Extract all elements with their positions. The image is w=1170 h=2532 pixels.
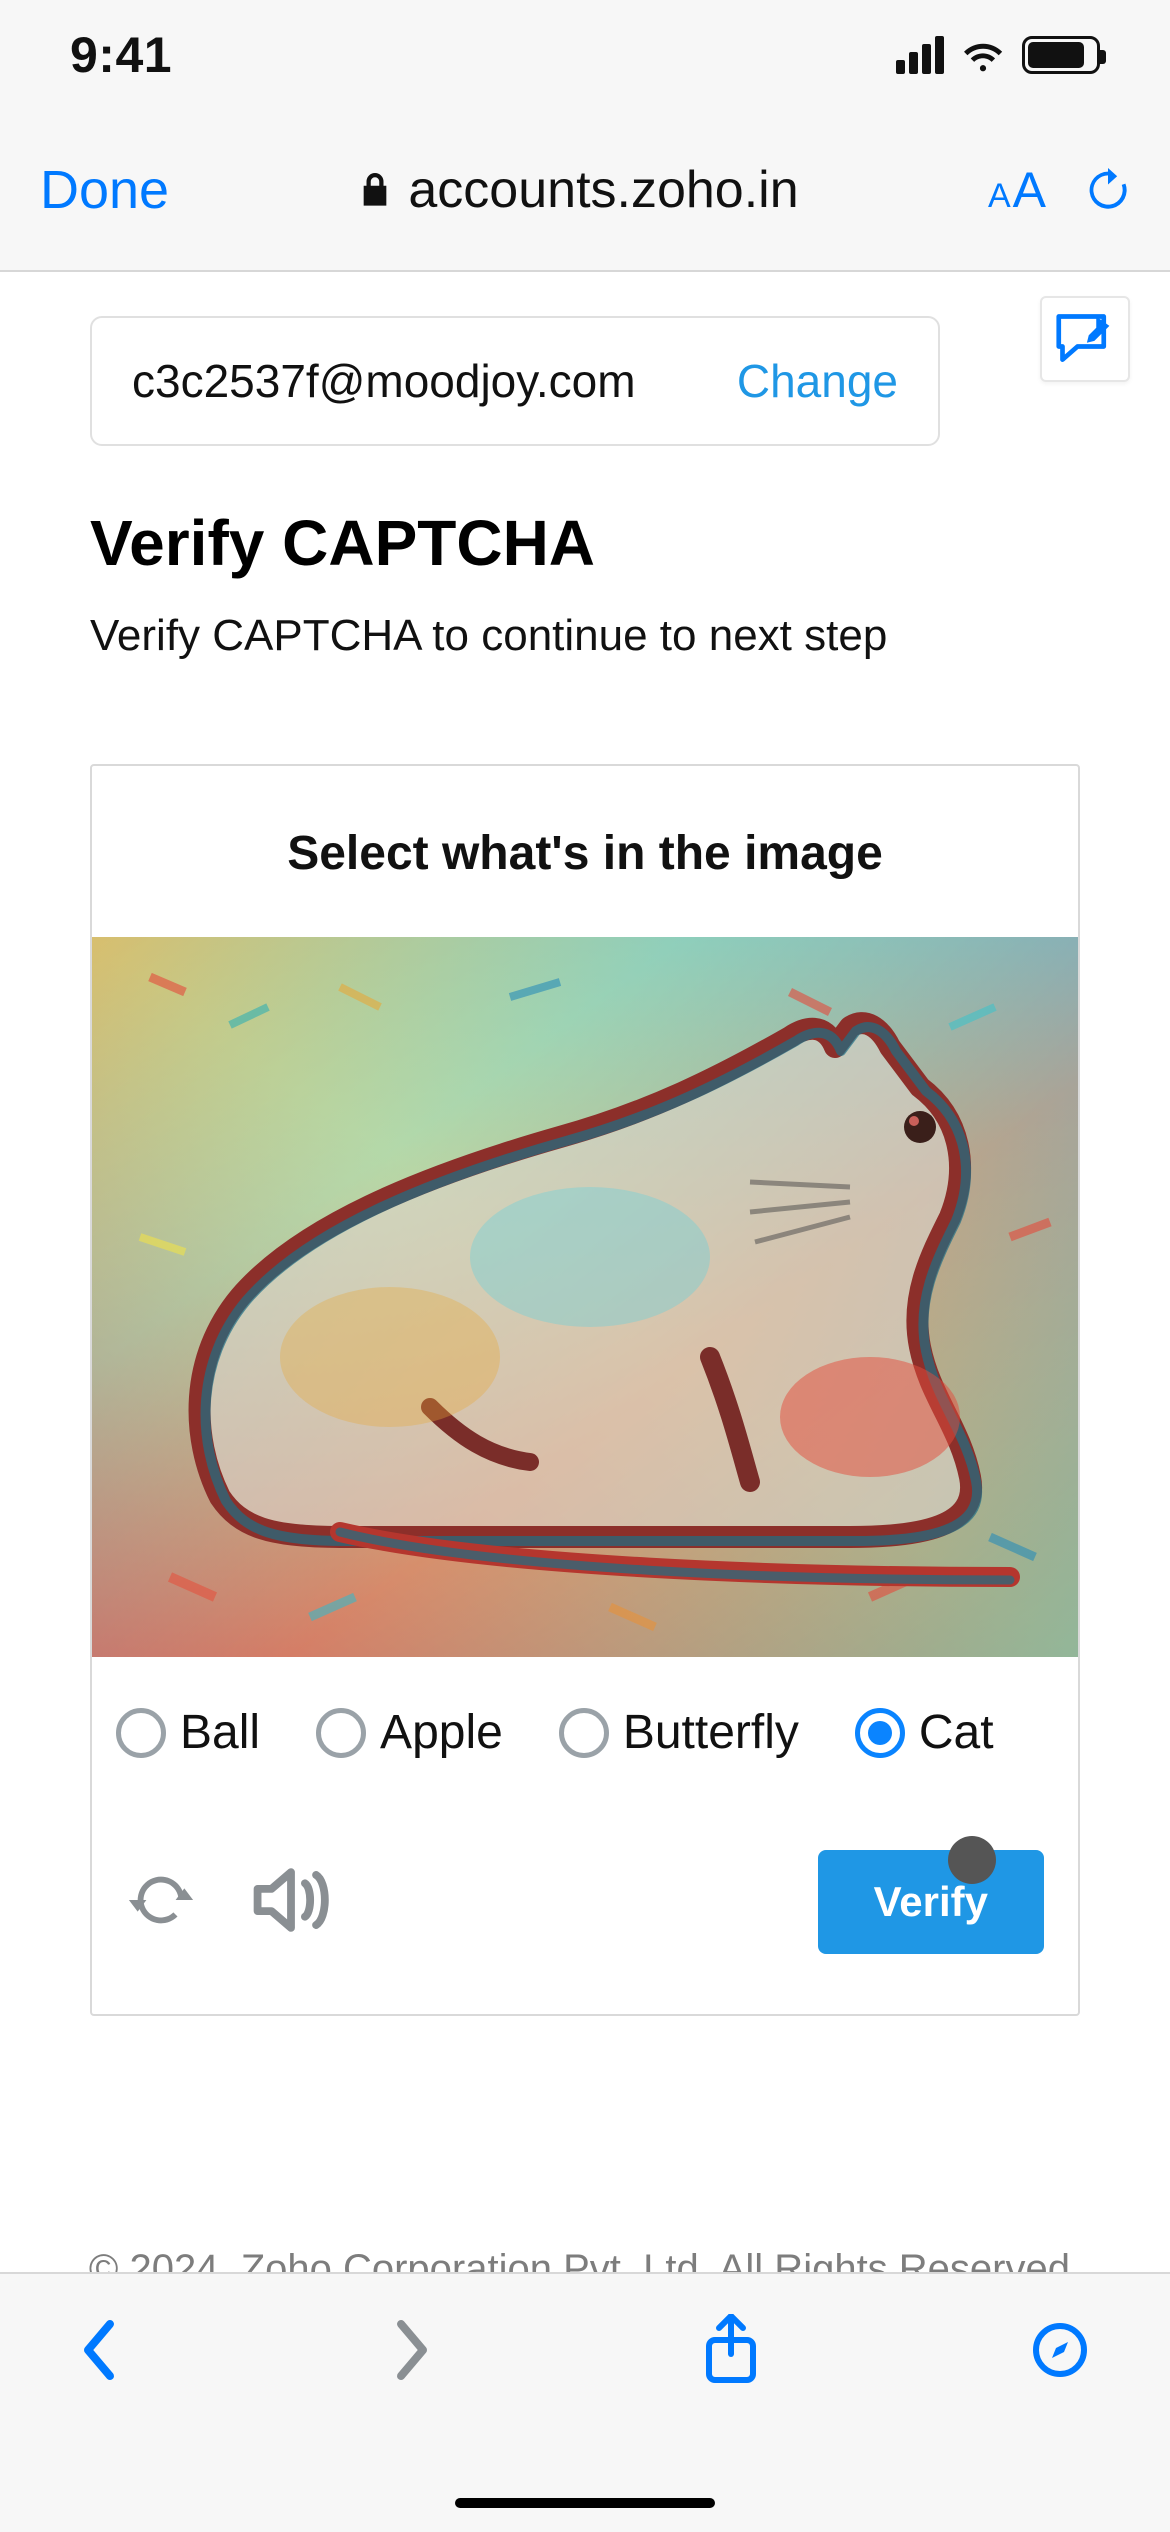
radio-label: Cat: [919, 1705, 994, 1760]
verify-button-label: Verify: [874, 1878, 988, 1925]
chevron-right-icon: [391, 2318, 431, 2382]
status-bar: 9:41: [0, 0, 1170, 110]
email-pill: c3c2537f@moodjoy.com Change: [90, 316, 940, 446]
speaker-icon: [252, 1865, 330, 1935]
cellular-signal-icon: [896, 36, 944, 74]
feedback-icon: [1055, 311, 1115, 367]
verify-button[interactable]: Verify: [818, 1850, 1044, 1954]
text-size-button[interactable]: AA: [988, 161, 1046, 219]
audio-captcha-button[interactable]: [252, 1865, 330, 1940]
captcha-option-ball[interactable]: Ball: [116, 1705, 260, 1760]
refresh-icon: [126, 1865, 196, 1935]
radio-icon: [559, 1708, 609, 1758]
radio-icon: [316, 1708, 366, 1758]
share-icon: [703, 2314, 759, 2386]
cursor-indicator: [948, 1836, 996, 1884]
captcha-options: Ball Apple Butterfly Cat: [92, 1657, 1078, 1760]
forward-button[interactable]: [391, 2318, 431, 2382]
feedback-button[interactable]: [1040, 296, 1130, 382]
captcha-option-cat[interactable]: Cat: [855, 1705, 994, 1760]
url-area[interactable]: accounts.zoho.in: [169, 160, 988, 220]
url-text: accounts.zoho.in: [408, 160, 798, 220]
radio-label: Ball: [180, 1705, 260, 1760]
text-size-small-a: A: [988, 177, 1011, 215]
wifi-icon: [960, 37, 1006, 73]
back-button[interactable]: [80, 2318, 120, 2382]
radio-label: Apple: [380, 1705, 503, 1760]
radio-icon: [855, 1708, 905, 1758]
captcha-image: [92, 937, 1078, 1657]
compass-icon: [1030, 2320, 1090, 2380]
browser-bottom-toolbar: [0, 2272, 1170, 2532]
browser-url-bar: Done accounts.zoho.in AA: [0, 130, 1170, 250]
page-content: c3c2537f@moodjoy.com Change Verify CAPTC…: [0, 272, 1170, 2272]
captcha-card: Select what's in the image: [90, 764, 1080, 2016]
radio-label: Butterfly: [623, 1705, 799, 1760]
change-email-link[interactable]: Change: [737, 354, 898, 408]
refresh-captcha-button[interactable]: [126, 1865, 196, 1940]
status-icons: [896, 36, 1100, 74]
battery-icon: [1022, 36, 1100, 74]
share-button[interactable]: [703, 2314, 759, 2386]
captcha-option-apple[interactable]: Apple: [316, 1705, 503, 1760]
reload-button[interactable]: [1086, 167, 1130, 213]
captcha-option-butterfly[interactable]: Butterfly: [559, 1705, 799, 1760]
captcha-prompt: Select what's in the image: [92, 766, 1078, 937]
done-button[interactable]: Done: [40, 159, 169, 221]
chevron-left-icon: [80, 2318, 120, 2382]
page-title: Verify CAPTCHA: [90, 506, 1080, 580]
copyright-text: © 2024, Zoho Corporation Pvt. Ltd. All R…: [0, 2247, 1170, 2272]
page-subtitle: Verify CAPTCHA to continue to next step: [90, 608, 1080, 663]
status-time: 9:41: [70, 26, 172, 84]
text-size-large-a: A: [1013, 162, 1046, 218]
lock-icon: [358, 170, 392, 210]
open-in-safari-button[interactable]: [1030, 2320, 1090, 2380]
account-email: c3c2537f@moodjoy.com: [132, 354, 737, 408]
radio-icon: [116, 1708, 166, 1758]
home-indicator: [455, 2498, 715, 2508]
